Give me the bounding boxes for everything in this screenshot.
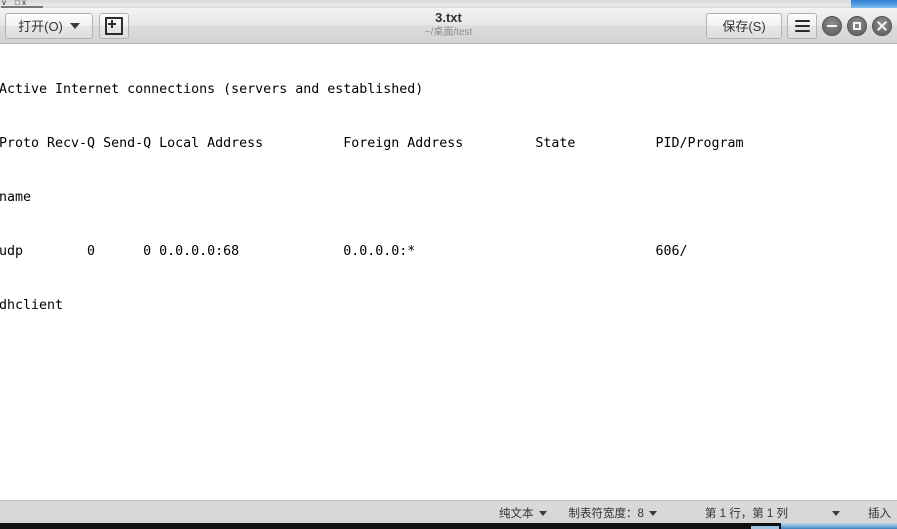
document-line: dhclient xyxy=(0,298,64,313)
insert-mode-indicator[interactable]: 插入 xyxy=(868,505,891,521)
titlebar-left-controls: 打开(O) xyxy=(5,12,129,39)
document-line: Active Internet connections (servers and… xyxy=(0,82,424,97)
main-menu-button[interactable] xyxy=(787,12,817,39)
tab-width-selector[interactable]: 制表符宽度：8 xyxy=(569,505,657,521)
maximize-window-button[interactable] xyxy=(847,15,867,36)
document-line: Proto Recv-Q Send-Q Local Address Foreig… xyxy=(0,136,744,151)
insert-mode-label: 插入 xyxy=(868,508,891,520)
text-editor-area[interactable]: Active Internet connections (servers and… xyxy=(0,44,897,500)
titlebar-right-controls: 保存(S) xyxy=(706,12,892,39)
save-button[interactable]: 保存(S) xyxy=(706,12,782,39)
filetype-label: 纯文本 xyxy=(499,508,534,520)
minimize-window-button[interactable] xyxy=(822,15,842,36)
document-line: name xyxy=(0,190,32,205)
desktop-background: v _ □ x 打开(O) 3.txt ~/桌面/test 保存(S) Acti… xyxy=(0,0,897,529)
tab-width-label: 制表符宽度：8 xyxy=(568,508,644,520)
save-button-label: 保存(S) xyxy=(722,19,766,34)
chevron-down-icon xyxy=(69,22,80,29)
filetype-selector[interactable]: 纯文本 xyxy=(499,505,547,521)
cursor-position-selector[interactable]: 第 1 行，第 1 列 xyxy=(705,505,840,521)
window-titlebar[interactable]: 打开(O) 3.txt ~/桌面/test 保存(S) xyxy=(0,8,897,44)
document-line: udp 0 0 0.0.0.0:68 0.0.0.0:* 606/ xyxy=(0,244,688,259)
new-document-button[interactable] xyxy=(99,12,129,39)
close-window-button[interactable] xyxy=(872,15,892,36)
chevron-down-icon xyxy=(832,510,840,516)
open-file-button[interactable]: 打开(O) xyxy=(5,12,93,39)
hamburger-menu-icon xyxy=(794,19,810,32)
gedit-text-editor-window: 打开(O) 3.txt ~/桌面/test 保存(S) Active Inter… xyxy=(0,8,897,525)
chevron-down-icon xyxy=(648,510,657,516)
chevron-down-icon xyxy=(538,510,547,516)
open-file-label: 打开(O) xyxy=(18,19,63,34)
taskbar-item-primary[interactable] xyxy=(781,523,897,529)
new-document-icon xyxy=(105,16,123,35)
desktop-taskbar[interactable] xyxy=(0,523,897,529)
cursor-position-label: 第 1 行，第 1 列 xyxy=(704,508,788,520)
document-text[interactable]: Active Internet connections (servers and… xyxy=(0,45,897,351)
status-bar: 纯文本 制表符宽度：8 第 1 行，第 1 列 插入 xyxy=(0,500,897,525)
